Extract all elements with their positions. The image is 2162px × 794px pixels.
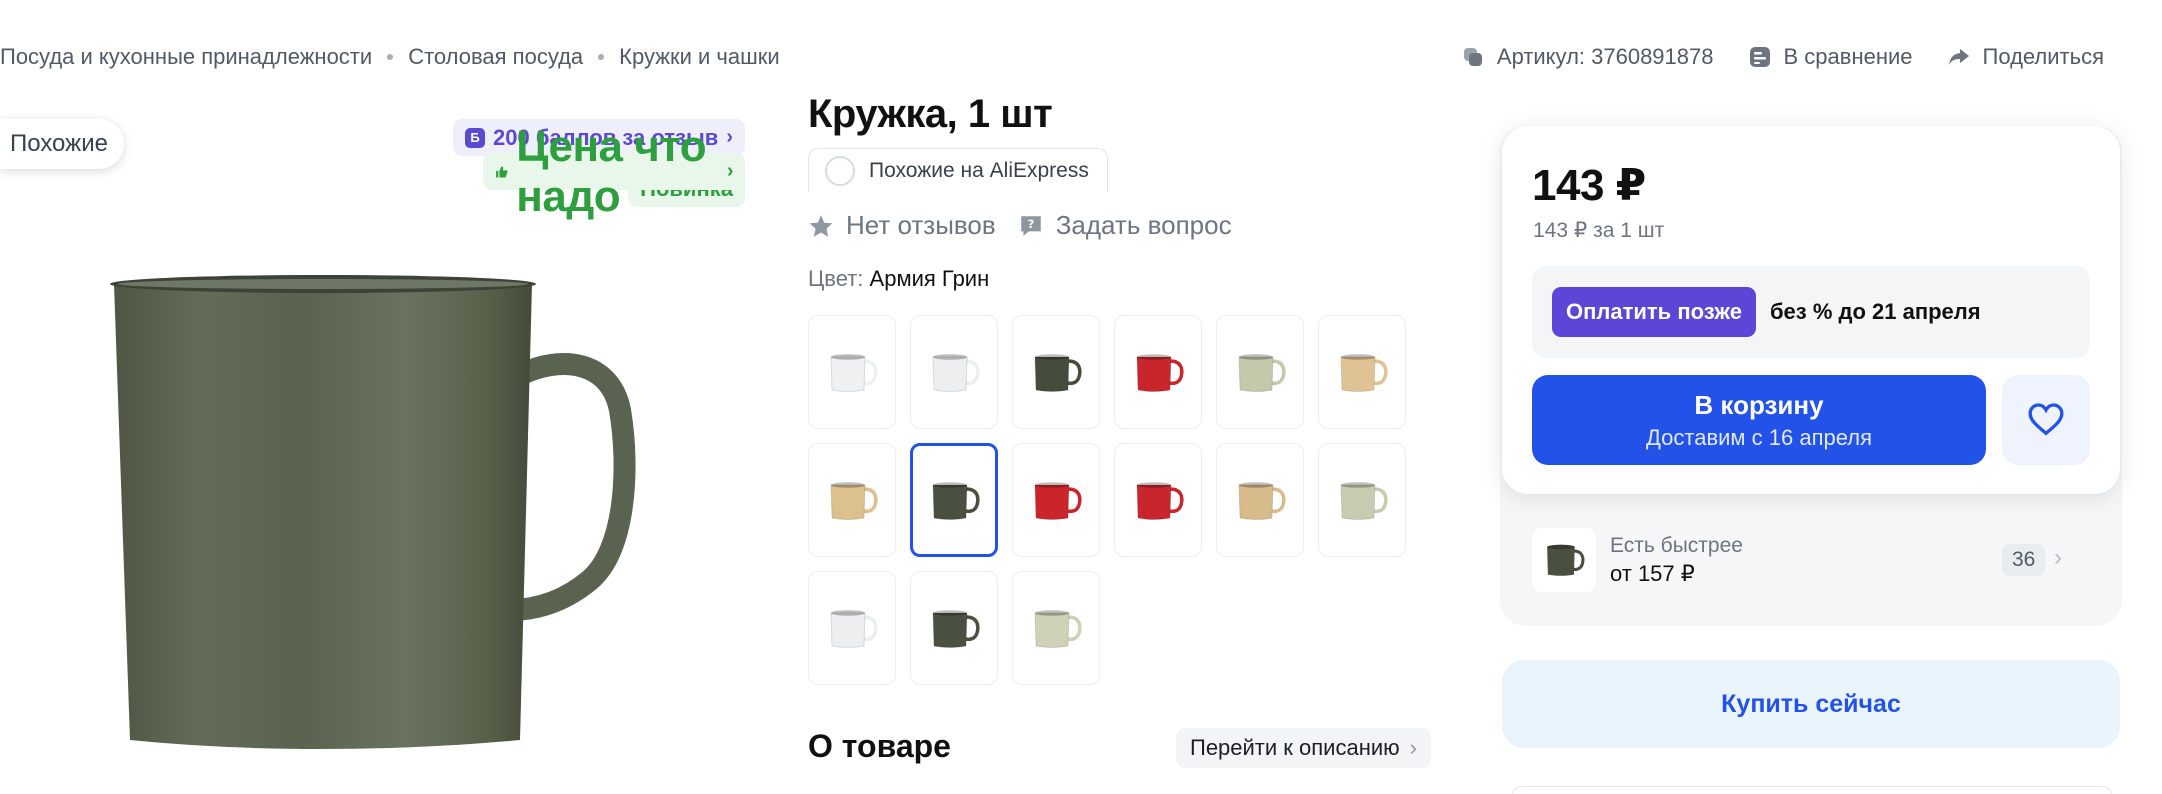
good-price-badge[interactable]: Цена что надо › — [483, 122, 745, 221]
color-swatch[interactable] — [1216, 315, 1304, 429]
add-to-cart-button[interactable]: В корзину Доставим с 16 апреля — [1532, 375, 1986, 465]
aliexpress-label: Похожие на AliExpress — [869, 158, 1089, 182]
color-swatches — [808, 315, 1406, 685]
to-description-label: Перейти к описанию — [1190, 735, 1400, 760]
faster-label: Есть быстрее — [1610, 533, 1743, 557]
star-icon — [809, 214, 833, 237]
cart-label: В корзину — [1694, 389, 1824, 420]
thumbs-up-icon — [496, 165, 508, 178]
price: 143 ₽ — [1532, 161, 1646, 210]
mug-thumbnail — [932, 482, 980, 520]
faster-price: от 157 ₽ — [1610, 560, 1695, 586]
ask-question-link[interactable]: ? Задать вопрос — [1018, 210, 1232, 241]
mug-thumbnail — [1136, 354, 1184, 392]
color-swatch[interactable] — [808, 571, 896, 685]
share-button[interactable]: Поделиться — [1947, 44, 2104, 70]
color-swatch[interactable] — [1012, 443, 1100, 557]
faster-delivery-offer[interactable]: Есть быстрее от 157 ₽ 36 › — [1532, 528, 2120, 592]
mug-thumbnail — [1238, 354, 1286, 392]
share-label: Поделиться — [1982, 44, 2104, 69]
ask-question-label: Задать вопрос — [1055, 210, 1232, 240]
breadcrumb-item-mugs[interactable]: Кружки и чашки — [619, 44, 779, 70]
favorite-button[interactable] — [2002, 375, 2090, 465]
color-swatch[interactable] — [1114, 443, 1202, 557]
about-title: О товаре — [808, 728, 951, 764]
copy-icon — [1463, 48, 1482, 66]
mug-thumbnail — [830, 354, 878, 392]
color-swatch[interactable] — [1012, 571, 1100, 685]
breadcrumb-separator — [387, 54, 394, 60]
price-per-unit: 143 ₽ за 1 шт — [1533, 219, 1665, 242]
color-swatch[interactable] — [910, 443, 998, 557]
breadcrumb-item-tableware[interactable]: Столовая посуда — [408, 44, 583, 70]
breadcrumb-item-dishes[interactable]: Посуда и кухонные принадлежности — [0, 44, 372, 70]
pay-later-block[interactable]: Оплатить позже без % до 21 апреля — [1532, 266, 2090, 358]
color-swatch[interactable] — [1114, 315, 1202, 429]
color-swatch[interactable] — [1216, 443, 1304, 557]
article-label: Артикул: 3760891878 — [1496, 44, 1714, 69]
buy-now-button[interactable]: Купить сейчас — [1502, 660, 2120, 748]
color-swatch[interactable] — [1318, 443, 1406, 557]
similar-button[interactable]: Похожие — [0, 119, 124, 169]
color-swatch[interactable] — [1012, 315, 1100, 429]
color-swatch[interactable] — [910, 571, 998, 685]
loading-spinner-icon — [825, 155, 855, 186]
chevron-right-icon: › — [1409, 735, 1417, 760]
color-value: Армия Грин — [869, 266, 990, 291]
mug-thumbnail — [830, 482, 878, 520]
share-icon — [1948, 49, 1969, 65]
mug-thumbnail — [1238, 482, 1286, 520]
mug-thumbnail — [1340, 482, 1388, 520]
cart-delivery: Доставим с 16 апреля — [1646, 424, 1872, 450]
compare-label: В сравнение — [1783, 44, 1913, 69]
chevron-right-icon: › — [2054, 544, 2062, 571]
article-number[interactable]: Артикул: 3760891878 — [1461, 44, 1714, 70]
breadcrumb-separator — [598, 54, 605, 60]
mug-thumbnail — [932, 610, 980, 648]
question-icon: ? — [1020, 215, 1041, 236]
reviews-row: Нет отзывов ? Задать вопрос — [808, 210, 1232, 241]
badges: Б 200 баллов за отзыв › Цена что надо › … — [453, 119, 745, 221]
mug-thumbnail — [1034, 482, 1082, 520]
buy-card: 143 ₽ 143 ₽ за 1 шт Оплатить позже без %… — [1502, 126, 2120, 494]
mug-thumbnail — [1034, 354, 1082, 392]
svg-text:?: ? — [1027, 217, 1034, 231]
mug-thumbnail — [932, 354, 980, 392]
heart-icon — [2028, 403, 2064, 436]
points-icon: Б — [465, 127, 486, 148]
aliexpress-similar-link[interactable]: Похожие на AliExpress — [808, 148, 1108, 192]
mug-thumbnail — [1034, 610, 1082, 648]
reviews-link[interactable]: Нет отзывов — [808, 210, 996, 241]
product-title: Кружка, 1 шт — [808, 92, 1053, 136]
good-price-label: Цена что надо — [516, 121, 707, 221]
color-swatch[interactable] — [808, 443, 896, 557]
chevron-right-icon: › — [726, 160, 734, 182]
mug-thumbnail — [830, 610, 878, 648]
color-swatch[interactable] — [1318, 315, 1406, 429]
top-actions: Артикул: 3760891878 В сравнение Поделить… — [1461, 44, 2104, 70]
color-swatch[interactable] — [910, 315, 998, 429]
compare-icon — [1749, 47, 1770, 67]
pay-later-button[interactable]: Оплатить позже — [1552, 287, 1756, 337]
chevron-right-icon: › — [726, 126, 733, 148]
faster-offer-thumbnail — [1532, 528, 1596, 592]
reviews-label: Нет отзывов — [846, 210, 996, 240]
product-image[interactable] — [90, 270, 715, 750]
next-card-edge — [1512, 786, 2112, 794]
compare-button[interactable]: В сравнение — [1748, 44, 1913, 70]
color-swatch[interactable] — [808, 315, 896, 429]
to-description-button[interactable]: Перейти к описанию › — [1176, 728, 1431, 768]
pay-later-text: без % до 21 апреля — [1769, 299, 1981, 324]
color-prefix: Цвет: — [808, 266, 864, 291]
breadcrumb: Посуда и кухонные принадлежности Столова… — [0, 44, 780, 70]
mug-thumbnail — [1136, 482, 1184, 520]
offers-count-badge: 36 — [2002, 544, 2046, 576]
mug-thumbnail — [1340, 354, 1388, 392]
color-label: Цвет: Армия Грин — [808, 266, 989, 292]
